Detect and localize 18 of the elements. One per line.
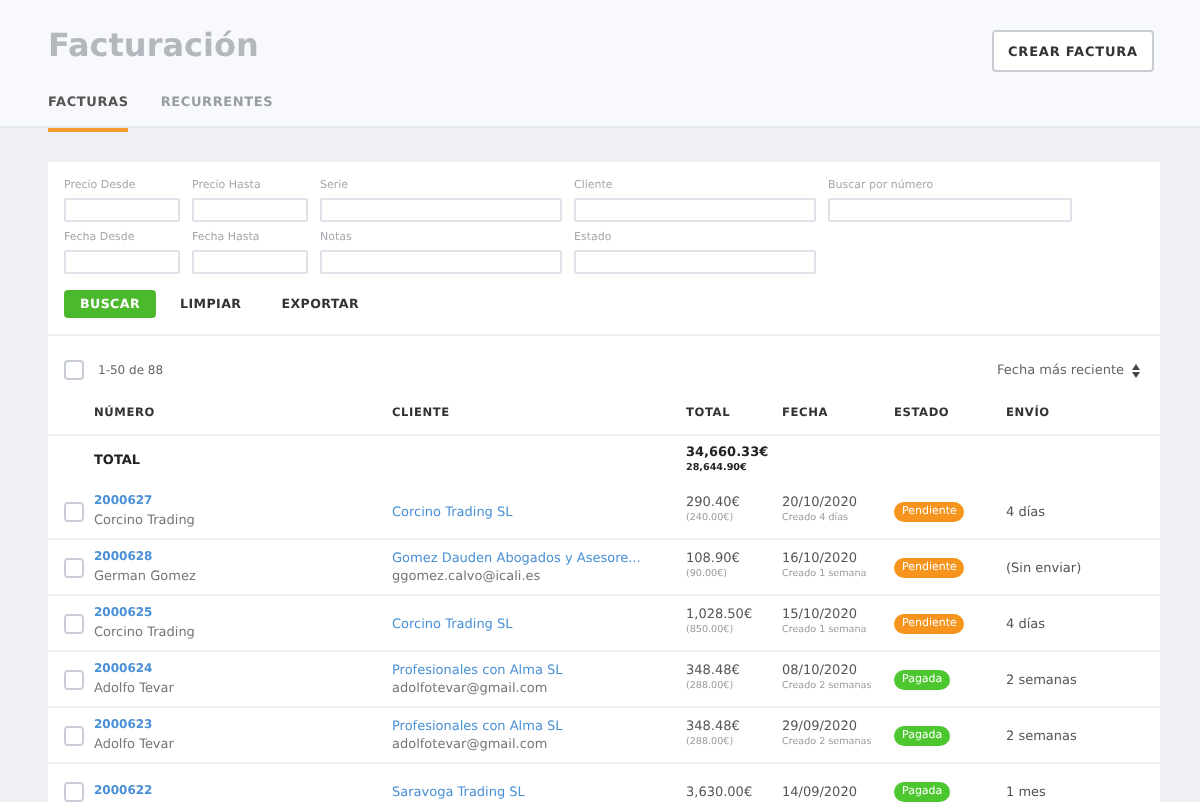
filter-input[interactable] xyxy=(320,198,562,222)
checkbox[interactable] xyxy=(64,781,84,801)
filter-input[interactable] xyxy=(574,250,816,274)
checkbox[interactable] xyxy=(64,557,84,577)
filter-input[interactable] xyxy=(192,250,308,274)
filter-input[interactable] xyxy=(320,250,562,274)
filter-input[interactable] xyxy=(192,198,308,222)
filter-input[interactable] xyxy=(574,198,816,222)
filter-input[interactable] xyxy=(828,198,1072,222)
filter-input[interactable] xyxy=(64,250,180,274)
filter-input[interactable] xyxy=(64,198,180,222)
checkbox[interactable] xyxy=(64,501,84,521)
checkbox[interactable] xyxy=(64,669,84,689)
page-title: Facturación xyxy=(48,28,259,64)
checkbox[interactable] xyxy=(64,613,84,633)
checkbox[interactable] xyxy=(64,725,84,745)
checkbox[interactable] xyxy=(64,360,84,380)
sort-icon[interactable] xyxy=(1132,363,1140,377)
